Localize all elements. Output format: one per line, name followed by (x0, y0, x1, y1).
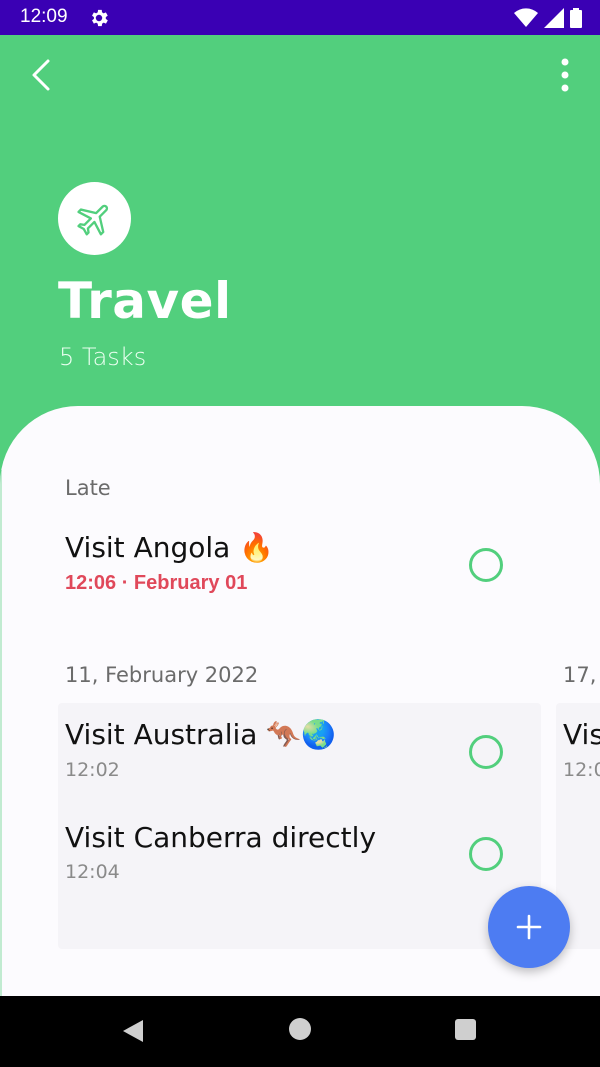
airplane-icon (76, 204, 108, 235)
battery-icon (570, 8, 582, 28)
nav-back-icon[interactable] (121, 1019, 145, 1043)
nav-recents-icon[interactable] (455, 1019, 476, 1040)
signal-icon (544, 8, 564, 28)
task-time: 12:0 (563, 759, 600, 781)
task-checkbox[interactable] (469, 837, 503, 871)
task-title-visit-australia[interactable]: Visit Australia 🦘🌏 (65, 718, 336, 751)
task-time: 12:02 (65, 759, 120, 781)
sheet-edge (0, 470, 2, 996)
task-checkbox[interactable] (469, 735, 503, 769)
nav-home-icon[interactable] (289, 1018, 311, 1040)
category-icon-badge (58, 182, 131, 255)
add-task-button[interactable] (488, 886, 570, 968)
back-arrow-icon[interactable] (22, 55, 62, 95)
more-options-icon[interactable] (550, 55, 580, 95)
system-nav-bar (0, 996, 600, 1067)
settings-gear-icon (92, 9, 108, 27)
category-title: Travel (58, 272, 232, 330)
task-title-visit-angola[interactable]: Visit Angola 🔥 (65, 531, 274, 564)
section-label-late: Late (65, 476, 111, 500)
task-time: 12:04 (65, 861, 120, 883)
task-due-late: 12:06 · February 01 (65, 572, 248, 594)
task-checkbox[interactable] (469, 548, 503, 582)
section-label-feb-17: 17, (563, 663, 597, 687)
status-time: 12:09 (20, 6, 68, 27)
status-icons (514, 8, 582, 28)
section-label-feb-11: 11, February 2022 (65, 663, 259, 687)
task-count: 5 Tasks (59, 343, 147, 371)
task-title-visit-canberra[interactable]: Visit Canberra directly (65, 821, 376, 854)
status-bar: 12:09 (0, 0, 600, 35)
plus-icon (516, 914, 542, 940)
wifi-icon (514, 8, 538, 27)
task-title-partial[interactable]: Vis (563, 718, 600, 751)
app-bar (0, 35, 600, 115)
